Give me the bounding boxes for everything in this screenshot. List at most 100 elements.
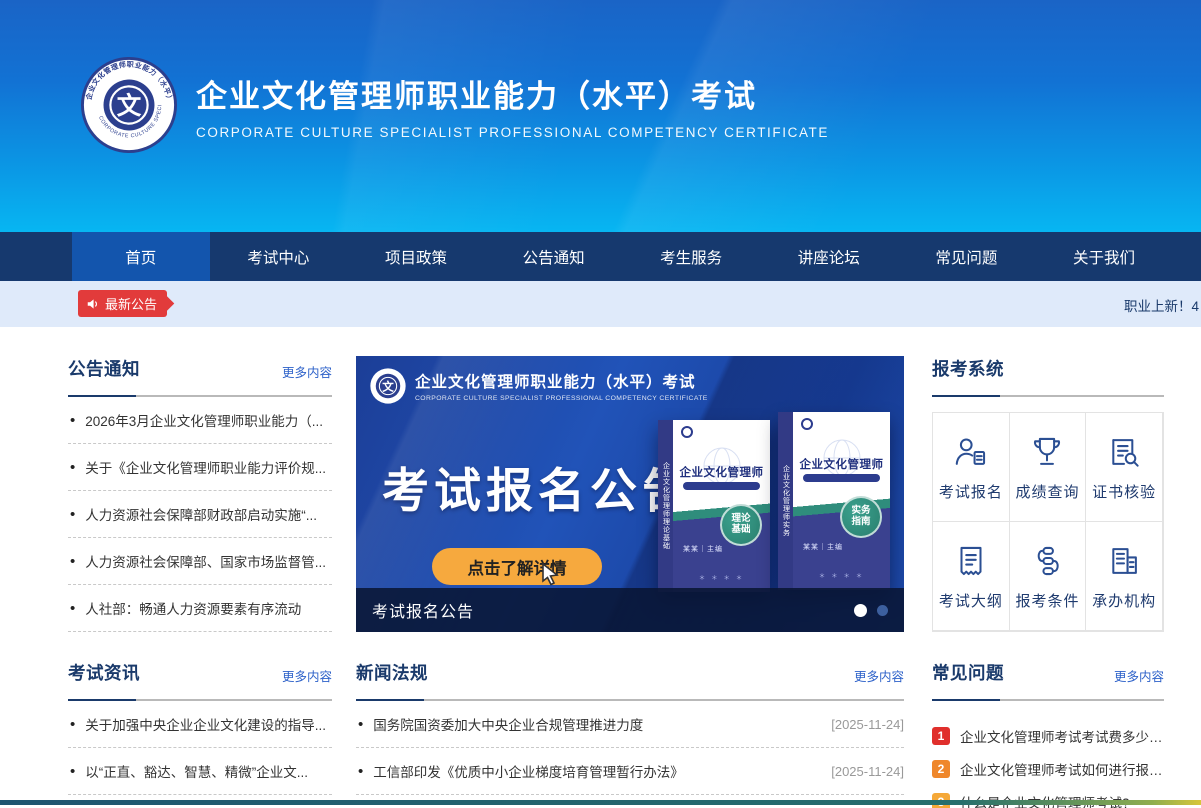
apply-item-host-institutions[interactable]: 承办机构 — [1085, 521, 1163, 631]
apply-item-score-query[interactable]: 成绩查询 — [1009, 412, 1087, 522]
section-news-header: 新闻法规 更多内容 — [356, 660, 904, 701]
bullet-icon: • — [70, 459, 75, 476]
list-item[interactable]: • 工信部印发《优质中小企业梯度培育管理暂行办法》 [2025-11-24] — [356, 748, 904, 795]
textbook-theory: 企业文化管理师理论基础 企业文化管理师 理论 基础 某某｜主编 ＊ ＊ ＊ ＊ — [658, 420, 770, 592]
nav-item-forum[interactable]: 讲座论坛 — [760, 232, 898, 281]
apply-item-apply-conditions[interactable]: 报考条件 — [1009, 521, 1087, 631]
news-date: [2025-11-24] — [819, 717, 904, 732]
exam-info-list: •关于加强中央企业企业文化建设的指导... •以“正直、豁达、智慧、精微”企业文… — [68, 701, 332, 795]
book-spine: 企业文化管理师理论基础 — [658, 420, 673, 592]
book-badge: 理论 基础 — [720, 504, 762, 546]
main-content: 公告通知 更多内容 •2026年3月企业文化管理师职业能力（... •关于《企业… — [0, 327, 1201, 808]
book-logo-icon — [681, 426, 693, 438]
news-date: [2025-11-24] — [819, 764, 904, 779]
trophy-icon — [1028, 433, 1066, 471]
flow-links-icon — [1028, 542, 1066, 580]
bullet-icon: • — [70, 506, 75, 523]
site-header: 企业文化管理师职业能力（水平）考试 CORPORATE CULTURE SPEC… — [0, 0, 1201, 232]
marquee-text[interactable]: 职业上新！4 — [1124, 295, 1199, 315]
footer-top-strip — [0, 800, 1201, 805]
faq-number-badge: 2 — [932, 760, 950, 778]
textbook-practice: 企业文化管理师实务 企业文化管理师 实务 指南 某某｜主编 ＊ ＊ ＊ ＊ — [778, 412, 890, 590]
page: 企业文化管理师职业能力（水平）考试 CORPORATE CULTURE SPEC… — [0, 0, 1201, 808]
carousel-dot-1[interactable] — [854, 604, 867, 617]
bullet-icon: • — [358, 716, 363, 733]
book-title: 企业文化管理师 — [673, 464, 770, 480]
nav-item-faq[interactable]: 常见问题 — [898, 232, 1036, 281]
faq-number-badge: 1 — [932, 727, 950, 745]
brand-text: 企业文化管理师职业能力（水平）考试 CORPORATE CULTURE SPEC… — [196, 71, 829, 140]
carousel-dots — [854, 604, 888, 617]
book-cover: 企业文化管理师 实务 指南 某某｜主编 ＊ ＊ ＊ ＊ — [793, 412, 890, 590]
section-exam-info: 考试资讯 更多内容 •关于加强中央企业企业文化建设的指导... •以“正直、豁达… — [68, 660, 332, 795]
book-cover: 企业文化管理师 理论 基础 某某｜主编 ＊ ＊ ＊ ＊ — [673, 420, 770, 592]
section-faq: 常见问题 更多内容 1 企业文化管理师考试考试费多少，... 2 企业文化管理师… — [932, 660, 1164, 808]
banner-headline: 考试报名公告 — [382, 452, 694, 521]
nav-item-policy[interactable]: 项目政策 — [347, 232, 485, 281]
nav-item-about[interactable]: 关于我们 — [1035, 232, 1173, 281]
apply-item-certificate-verify[interactable]: 证书核验 — [1085, 412, 1163, 522]
nav-item-candidate-service[interactable]: 考生服务 — [622, 232, 760, 281]
book-publisher: ＊ ＊ ＊ ＊ — [673, 572, 770, 582]
site-title: 企业文化管理师职业能力（水平）考试 — [196, 71, 829, 116]
section-exam-info-header: 考试资讯 更多内容 — [68, 660, 332, 701]
apply-item-exam-outline[interactable]: 考试大纲 — [932, 521, 1010, 631]
banner-logo-icon: 文 — [370, 368, 406, 404]
bullet-icon: • — [70, 553, 75, 570]
section-title: 公告通知 — [68, 356, 140, 381]
announce-bar: 最新公告 职业上新！4 — [0, 281, 1201, 327]
nav-item-exam-center[interactable]: 考试中心 — [210, 232, 348, 281]
banner-caption-bar: 考试报名公告 — [356, 588, 904, 632]
book-spine: 企业文化管理师实务 — [778, 412, 793, 590]
banner-title: 企业文化管理师职业能力（水平）考试 — [415, 370, 708, 392]
certificate-search-icon — [1105, 433, 1143, 471]
bullet-icon: • — [358, 763, 363, 780]
more-link[interactable]: 更多内容 — [282, 362, 332, 381]
faq-item[interactable]: 1 企业文化管理师考试考试费多少，... — [932, 719, 1164, 752]
more-link[interactable]: 更多内容 — [1114, 666, 1164, 685]
banner-brand: 文 企业文化管理师职业能力（水平）考试 CORPORATE CULTURE SP… — [370, 368, 708, 404]
news-list: • 国务院国资委加大中央企业合规管理推进力度 [2025-11-24] • 工信… — [356, 701, 904, 795]
bullet-icon: • — [70, 716, 75, 733]
list-item[interactable]: • 国务院国资委加大中央企业合规管理推进力度 [2025-11-24] — [356, 701, 904, 748]
banner-brand-text: 企业文化管理师职业能力（水平）考试 CORPORATE CULTURE SPEC… — [415, 370, 708, 402]
more-link[interactable]: 更多内容 — [854, 666, 904, 685]
section-title: 新闻法规 — [356, 660, 428, 685]
section-notices-header: 公告通知 更多内容 — [68, 356, 332, 397]
book-title: 企业文化管理师 — [793, 456, 890, 472]
book-author: 某某｜主编 — [683, 544, 723, 554]
list-item[interactable]: •关于加强中央企业企业文化建设的指导... — [68, 701, 332, 748]
nav-item-notices[interactable]: 公告通知 — [485, 232, 623, 281]
list-item[interactable]: •关于《企业文化管理师职业能力评价规... — [68, 444, 332, 491]
section-apply-system: 报考系统 考试报名 成绩查询 — [932, 356, 1164, 632]
building-icon — [1105, 542, 1143, 580]
book-author: 某某｜主编 — [803, 542, 843, 552]
section-faq-header: 常见问题 更多内容 — [932, 660, 1164, 701]
more-link[interactable]: 更多内容 — [282, 666, 332, 685]
nav-item-home[interactable]: 首页 — [72, 232, 210, 281]
section-news: 新闻法规 更多内容 • 国务院国资委加大中央企业合规管理推进力度 [2025-1… — [356, 660, 904, 795]
carousel-banner[interactable]: 文 企业文化管理师职业能力（水平）考试 CORPORATE CULTURE SP… — [356, 356, 904, 632]
brand: 企业文化管理师职业能力（水平）考试 CORPORATE CULTURE SPEC… — [80, 56, 829, 154]
notice-list: •2026年3月企业文化管理师职业能力（... •关于《企业文化管理师职业能力评… — [68, 397, 332, 632]
book-publisher: ＊ ＊ ＊ ＊ — [793, 570, 890, 580]
banner-detail-button[interactable]: 点击了解详情 — [432, 548, 602, 585]
list-item[interactable]: •2026年3月企业文化管理师职业能力（... — [68, 397, 332, 444]
apply-grid: 考试报名 成绩查询 证书核验 — [932, 412, 1164, 632]
list-item[interactable]: •人力资源社会保障部、国家市场监督管... — [68, 538, 332, 585]
book-logo-icon — [801, 418, 813, 430]
latest-announcement-label: 最新公告 — [105, 294, 157, 313]
section-notices: 公告通知 更多内容 •2026年3月企业文化管理师职业能力（... •关于《企业… — [68, 356, 332, 632]
latest-announcement-badge[interactable]: 最新公告 — [78, 290, 167, 317]
main-nav: 首页 考试中心 项目政策 公告通知 考生服务 讲座论坛 常见问题 关于我们 — [0, 232, 1201, 281]
faq-item[interactable]: 2 企业文化管理师考试如何进行报名... — [932, 752, 1164, 785]
site-logo-icon: 企业文化管理师职业能力（水平）考试 CORPORATE CULTURE SPEC… — [80, 56, 178, 154]
carousel-dot-2[interactable] — [877, 605, 888, 616]
list-item[interactable]: •人社部：畅通人力资源要素有序流动 — [68, 585, 332, 632]
apply-item-exam-signup[interactable]: 考试报名 — [932, 412, 1010, 522]
faq-list: 1 企业文化管理师考试考试费多少，... 2 企业文化管理师考试如何进行报名..… — [932, 719, 1164, 808]
book-subtitle-bar — [803, 474, 881, 482]
person-card-icon — [952, 433, 990, 471]
list-item[interactable]: •以“正直、豁达、智慧、精微”企业文... — [68, 748, 332, 795]
list-item[interactable]: •人力资源社会保障部财政部启动实施“... — [68, 491, 332, 538]
